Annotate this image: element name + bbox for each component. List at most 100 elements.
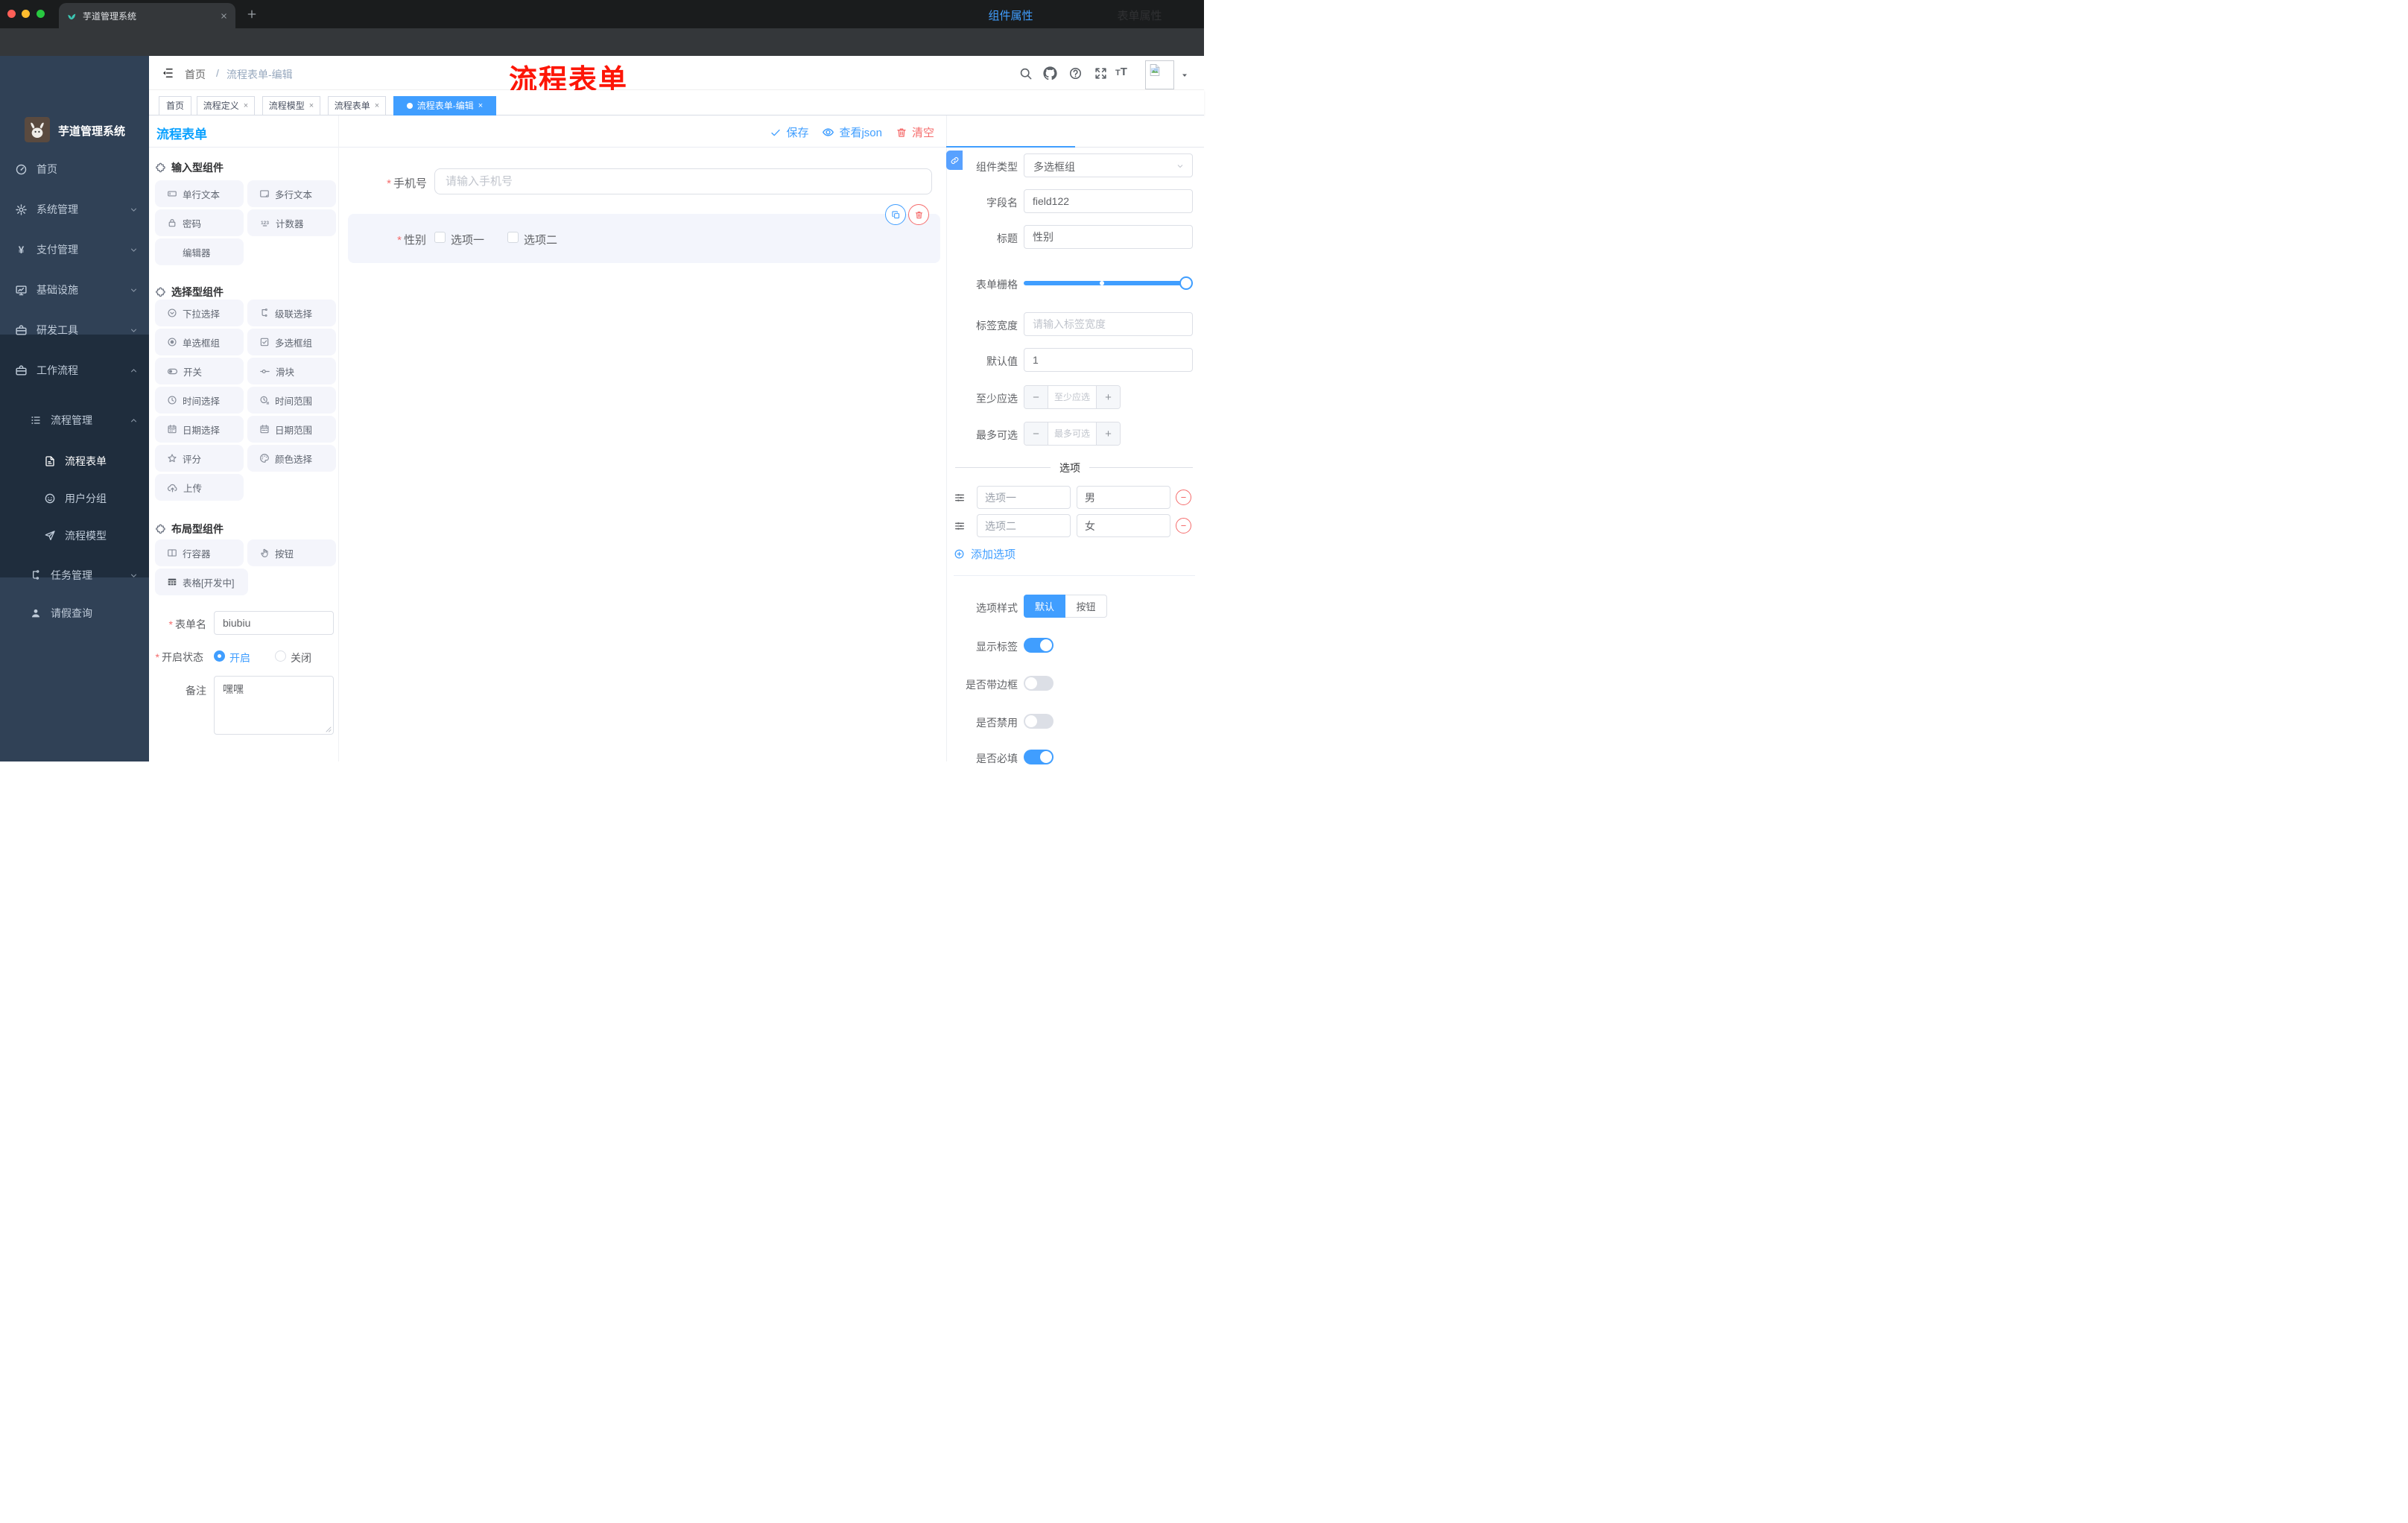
sidebar-item-workflow[interactable]: 工作流程 bbox=[0, 350, 149, 390]
clear-button[interactable]: 清空 bbox=[896, 124, 934, 140]
save-button[interactable]: 保存 bbox=[770, 124, 808, 140]
gender-checkbox-2[interactable] bbox=[507, 232, 519, 243]
tab-form-props[interactable]: 表单属性 bbox=[1075, 0, 1204, 32]
view-json-button[interactable]: 查看json bbox=[822, 124, 882, 140]
sidebar-item-system[interactable]: 系统管理 bbox=[0, 189, 149, 229]
show-label-switch[interactable] bbox=[1024, 638, 1054, 653]
option-1-value-input[interactable] bbox=[1077, 487, 1170, 508]
component-time-range[interactable]: 时间范围 bbox=[247, 387, 336, 414]
border-switch[interactable] bbox=[1024, 676, 1054, 691]
component-single-line-text[interactable]: 单行文本 bbox=[155, 180, 244, 207]
gender-checkbox-1[interactable] bbox=[434, 232, 446, 243]
new-tab-button[interactable] bbox=[246, 8, 258, 20]
component-table-dev[interactable]: 表格[开发中] bbox=[155, 569, 248, 595]
tag-process-model[interactable]: 流程模型 × bbox=[262, 96, 320, 115]
component-date-range[interactable]: 日期范围 bbox=[247, 416, 336, 443]
sidebar-item-process-form[interactable]: 流程表单 bbox=[0, 441, 149, 481]
window-minimize-button[interactable] bbox=[22, 10, 30, 18]
sidebar-item-home[interactable]: 首页 bbox=[0, 149, 149, 189]
remove-option-button[interactable] bbox=[1176, 518, 1191, 533]
component-rate[interactable]: 评分 bbox=[155, 445, 244, 472]
tag-close-icon[interactable]: × bbox=[478, 97, 483, 115]
min-select-input[interactable] bbox=[1048, 386, 1096, 408]
breadcrumb-home[interactable]: 首页 bbox=[185, 67, 206, 82]
tag-process-form-edit[interactable]: 流程表单-编辑 × bbox=[393, 96, 496, 115]
gender-option-1-label[interactable]: 选项一 bbox=[451, 232, 484, 247]
sidebar-item-infrastructure[interactable]: 基础设施 bbox=[0, 270, 149, 310]
question-icon[interactable] bbox=[1068, 66, 1083, 80]
drag-handle-icon[interactable] bbox=[954, 492, 966, 504]
sidebar-item-process-management[interactable]: 流程管理 bbox=[0, 400, 149, 440]
sidebar-collapse-icon[interactable] bbox=[161, 66, 174, 80]
tab-component-props[interactable]: 组件属性 bbox=[946, 0, 1075, 32]
option-2-label-input[interactable] bbox=[978, 515, 1070, 536]
component-color-picker[interactable]: 颜色选择 bbox=[247, 445, 336, 472]
component-checkbox-group[interactable]: 多选框组 bbox=[247, 329, 336, 355]
component-multi-line-text[interactable]: 多行文本 bbox=[247, 180, 336, 207]
remark-textarea[interactable]: 嘿嘿 bbox=[215, 677, 333, 734]
remove-option-button[interactable] bbox=[1176, 490, 1191, 505]
sidebar-item-task-management[interactable]: 任务管理 bbox=[0, 555, 149, 595]
window-zoom-button[interactable] bbox=[37, 10, 45, 18]
search-icon[interactable] bbox=[1018, 66, 1033, 80]
label-width-input[interactable] bbox=[1024, 313, 1192, 335]
text-size-icon[interactable]: TT bbox=[1115, 66, 1127, 78]
component-slider[interactable]: 滑块 bbox=[247, 358, 336, 384]
component-type-select[interactable]: 多选框组 bbox=[1024, 153, 1193, 177]
sidebar-item-devtools[interactable]: 研发工具 bbox=[0, 310, 149, 350]
component-time-picker[interactable]: 时间选择 bbox=[155, 387, 244, 414]
phone-input[interactable] bbox=[435, 169, 931, 194]
fullscreen-icon[interactable] bbox=[1094, 66, 1108, 80]
component-cascader[interactable]: 级联选择 bbox=[247, 300, 336, 326]
default-value-input[interactable] bbox=[1024, 349, 1192, 371]
caret-down-icon[interactable] bbox=[1180, 71, 1189, 80]
tag-close-icon[interactable]: × bbox=[375, 97, 379, 115]
form-name-input[interactable] bbox=[215, 612, 333, 634]
gender-option-2-label[interactable]: 选项二 bbox=[524, 232, 557, 247]
component-switch[interactable]: 开关 bbox=[155, 358, 244, 384]
stepper-plus-button[interactable]: + bbox=[1096, 422, 1120, 445]
window-close-button[interactable] bbox=[7, 10, 16, 18]
component-date-picker[interactable]: 日期选择 bbox=[155, 416, 244, 443]
copy-component-button[interactable] bbox=[885, 204, 906, 225]
component-button[interactable]: 按钮 bbox=[247, 539, 336, 566]
tag-close-icon[interactable]: × bbox=[309, 97, 314, 115]
option-1-label-input[interactable] bbox=[978, 487, 1070, 508]
sidebar-item-payment[interactable]: 支付管理 bbox=[0, 229, 149, 270]
style-button-button[interactable]: 按钮 bbox=[1065, 595, 1107, 618]
radio-on[interactable] bbox=[214, 650, 225, 662]
tag-home[interactable]: 首页 bbox=[159, 96, 191, 115]
avatar[interactable] bbox=[1145, 60, 1174, 89]
component-row-container[interactable]: 行容器 bbox=[155, 539, 244, 566]
option-2-value-input[interactable] bbox=[1077, 515, 1170, 536]
component-counter[interactable]: 计数器 bbox=[247, 209, 336, 236]
slider-handle[interactable] bbox=[1179, 276, 1193, 290]
component-radio-group[interactable]: 单选框组 bbox=[155, 329, 244, 355]
component-select[interactable]: 下拉选择 bbox=[155, 300, 244, 326]
stepper-minus-button[interactable]: − bbox=[1024, 386, 1048, 408]
sidebar-item-process-model[interactable]: 流程模型 bbox=[0, 516, 149, 556]
grid-slider-track[interactable] bbox=[1024, 281, 1193, 285]
add-option-button[interactable]: 添加选项 bbox=[954, 546, 1016, 562]
field-name-input[interactable] bbox=[1024, 190, 1192, 212]
browser-tab[interactable]: 芋道管理系统 bbox=[59, 3, 235, 28]
component-upload[interactable]: 上传 bbox=[155, 474, 244, 501]
radio-off[interactable] bbox=[275, 650, 286, 662]
resize-handle[interactable] bbox=[326, 726, 332, 732]
radio-on-label[interactable]: 开启 bbox=[229, 650, 250, 665]
tab-close-icon[interactable] bbox=[220, 12, 228, 20]
radio-off-label[interactable]: 关闭 bbox=[291, 650, 311, 665]
title-input[interactable] bbox=[1024, 226, 1192, 248]
tag-close-icon[interactable]: × bbox=[244, 97, 248, 115]
github-icon[interactable] bbox=[1043, 66, 1057, 80]
required-switch[interactable] bbox=[1024, 750, 1054, 764]
stepper-minus-button[interactable]: − bbox=[1024, 422, 1048, 445]
component-password[interactable]: 密码 bbox=[155, 209, 244, 236]
drag-handle-icon[interactable] bbox=[954, 520, 966, 532]
sidebar-item-user-group[interactable]: 用户分组 bbox=[0, 478, 149, 519]
style-default-button[interactable]: 默认 bbox=[1024, 595, 1065, 618]
tag-process-form[interactable]: 流程表单 × bbox=[328, 96, 386, 115]
disabled-switch[interactable] bbox=[1024, 714, 1054, 729]
component-editor[interactable]: 编辑器 bbox=[155, 238, 244, 265]
max-select-input[interactable] bbox=[1048, 422, 1096, 445]
